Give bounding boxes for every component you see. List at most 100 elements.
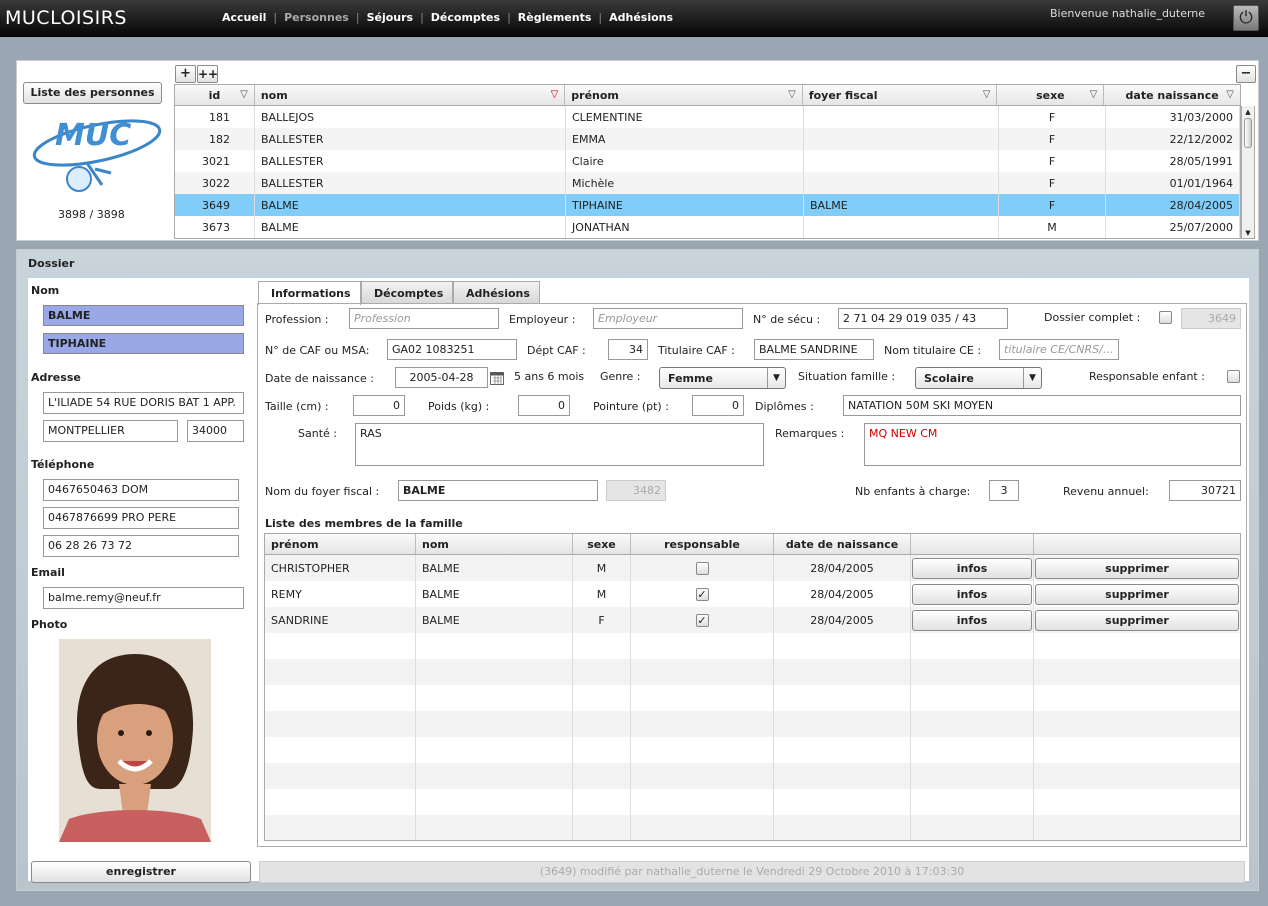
col-nom[interactable]: nom <box>416 534 573 554</box>
infos-button[interactable]: infos <box>912 609 1032 631</box>
col-sexe[interactable]: sexe <box>573 534 631 554</box>
col-sexe[interactable]: sexe ▽ <box>997 85 1105 105</box>
supprimer-button[interactable]: supprimer <box>1035 583 1239 605</box>
nav-reglements[interactable]: Règlements <box>518 11 592 24</box>
dossier-complet-checkbox[interactable] <box>1159 311 1172 324</box>
diplomes-field[interactable]: NATATION 50M SKI MOYEN <box>843 395 1241 416</box>
filter-icon[interactable]: ▽ <box>240 89 248 100</box>
responsable-checkbox[interactable] <box>695 561 709 575</box>
nav-sejours[interactable]: Séjours <box>367 11 414 24</box>
dob-field[interactable]: 2005-04-28 <box>395 367 488 388</box>
add-button[interactable]: + <box>175 65 196 83</box>
foyer-field[interactable]: BALME <box>398 480 598 501</box>
email-field[interactable]: balme.remy@neuf.fr <box>43 587 244 609</box>
nom-label: Nom <box>31 284 60 297</box>
person-photo[interactable] <box>59 639 211 842</box>
phone-field-2[interactable]: 0467876699 PRO PERE <box>43 507 239 529</box>
tab-decomptes[interactable]: Décomptes <box>361 281 453 303</box>
infos-button[interactable]: infos <box>912 583 1032 605</box>
famille-row[interactable]: SANDRINE BALME F ✓ 28/04/2005 infos supp… <box>265 607 1240 633</box>
filter-icon[interactable]: ▽ <box>1226 89 1234 100</box>
table-row[interactable]: 3673 BALME JONATHAN M 25/07/2000 <box>175 216 1240 238</box>
table-row[interactable]: 3021 BALLESTER Claire F 28/05/1991 <box>175 150 1240 172</box>
infos-button[interactable]: infos <box>912 557 1032 579</box>
sante-field[interactable]: RAS <box>355 423 764 466</box>
filter-icon[interactable]: ▽ <box>788 89 796 100</box>
telephone-label: Téléphone <box>31 458 95 471</box>
supprimer-button[interactable]: supprimer <box>1035 609 1239 631</box>
famille-table-header: prénom nom sexe responsable date de nais… <box>264 533 1241 555</box>
filter-icon[interactable]: ▽ <box>983 89 991 100</box>
profession-field[interactable]: Profession <box>349 308 499 329</box>
table-row[interactable]: 181 BALLEJOS CLEMENTINE F 31/03/2000 <box>175 106 1240 128</box>
pointure-field[interactable]: 0 <box>692 395 744 416</box>
famille-row[interactable]: REMY BALME M ✓ 28/04/2005 infos supprime… <box>265 581 1240 607</box>
situation-select[interactable]: Scolaire ▼ <box>915 367 1042 389</box>
nb-enfants-label: Nb enfants à charge: <box>855 485 971 498</box>
caf-field[interactable]: GA02 1083251 <box>387 339 517 360</box>
phone-field-1[interactable]: 0467650463 DOM <box>43 479 239 501</box>
col-responsable[interactable]: responsable <box>631 534 774 554</box>
remarques-field[interactable]: MQ NEW CM <box>864 423 1241 466</box>
resp-enfant-label: Responsable enfant : <box>1089 370 1205 383</box>
vertical-scrollbar[interactable]: ▲ ▼ <box>1241 106 1255 239</box>
tab-informations[interactable]: Informations <box>258 281 361 305</box>
chevron-down-icon: ▼ <box>1023 368 1041 388</box>
taille-field[interactable]: 0 <box>353 395 405 416</box>
calendar-icon[interactable] <box>490 371 504 385</box>
genre-label: Genre : <box>600 370 641 383</box>
add-multiple-button[interactable]: ++ <box>197 65 218 83</box>
collapse-button[interactable]: − <box>1236 65 1256 83</box>
employeur-field[interactable]: Employeur <box>593 308 743 329</box>
dept-caf-field[interactable]: 34 <box>608 339 648 360</box>
scroll-down-icon[interactable]: ▼ <box>1242 229 1254 237</box>
phone-field-3[interactable]: 06 28 26 73 72 <box>43 535 239 557</box>
table-row-selected[interactable]: 3649 BALME TIPHAINE BALME F 28/04/2005 <box>175 194 1240 216</box>
empty-row <box>265 789 1240 815</box>
prenom-field[interactable]: TIPHAINE <box>43 333 244 354</box>
cp-field[interactable]: 34000 <box>187 420 244 442</box>
nb-enfants-field[interactable]: 3 <box>989 480 1019 501</box>
supprimer-button[interactable]: supprimer <box>1035 557 1239 579</box>
col-prenom[interactable]: prénom ▽ <box>565 85 803 105</box>
poids-field[interactable]: 0 <box>518 395 570 416</box>
filter-icon[interactable]: ▽ <box>1090 89 1098 100</box>
table-row[interactable]: 182 BALLESTER EMMA F 22/12/2002 <box>175 128 1240 150</box>
empty-row <box>265 633 1240 659</box>
nom-ce-field[interactable]: titulaire CE/CNRS/... <box>999 339 1119 360</box>
responsable-checkbox-checked[interactable]: ✓ <box>695 613 709 627</box>
revenu-field[interactable]: 30721 <box>1169 480 1241 501</box>
col-foyer[interactable]: foyer fiscal ▽ <box>803 85 998 105</box>
tab-adhesions[interactable]: Adhésions <box>453 281 540 303</box>
col-dob[interactable]: date naissance ▽ <box>1104 85 1240 105</box>
nav-personnes[interactable]: Personnes <box>284 11 349 24</box>
power-icon[interactable]: ⏻ <box>1233 5 1259 31</box>
list-persons-button[interactable]: Liste des personnes <box>23 82 162 104</box>
col-prenom[interactable]: prénom <box>265 534 416 554</box>
responsable-checkbox-checked[interactable]: ✓ <box>695 587 709 601</box>
nav-accueil[interactable]: Accueil <box>222 11 266 24</box>
famille-row[interactable]: CHRISTOPHER BALME M 28/04/2005 infos sup… <box>265 555 1240 581</box>
record-count: 3898 / 3898 <box>58 208 125 221</box>
genre-select[interactable]: Femme ▼ <box>659 367 786 389</box>
col-nom[interactable]: nom ▽ <box>255 85 566 105</box>
secu-label: N° de sécu : <box>753 313 821 326</box>
empty-row <box>265 815 1240 840</box>
chevron-down-icon: ▼ <box>767 368 785 388</box>
nom-field[interactable]: BALME <box>43 305 244 326</box>
nav-adhesions[interactable]: Adhésions <box>609 11 673 24</box>
resp-enfant-checkbox[interactable] <box>1227 370 1240 383</box>
nav-decomptes[interactable]: Décomptes <box>431 11 500 24</box>
col-date-naissance[interactable]: date de naissance <box>774 534 911 554</box>
save-button[interactable]: enregistrer <box>31 861 251 883</box>
ville-field[interactable]: MONTPELLIER <box>43 420 178 442</box>
titulaire-caf-field[interactable]: BALME SANDRINE <box>754 339 874 360</box>
secu-field[interactable]: 2 71 04 29 019 035 / 43 <box>838 308 1008 329</box>
col-id[interactable]: id ▽ <box>175 85 255 105</box>
table-row[interactable]: 3022 BALLESTER Michèle F 01/01/1964 <box>175 172 1240 194</box>
scroll-up-icon[interactable]: ▲ <box>1242 108 1254 116</box>
main-nav: Accueil | Personnes | Séjours | Décomptes | … <box>222 11 674 24</box>
filter-active-icon[interactable]: ▽ <box>551 89 559 100</box>
scroll-thumb[interactable] <box>1244 118 1252 148</box>
adresse-field[interactable]: L'ILIADE 54 RUE DORIS BAT 1 APP. <box>43 392 244 414</box>
